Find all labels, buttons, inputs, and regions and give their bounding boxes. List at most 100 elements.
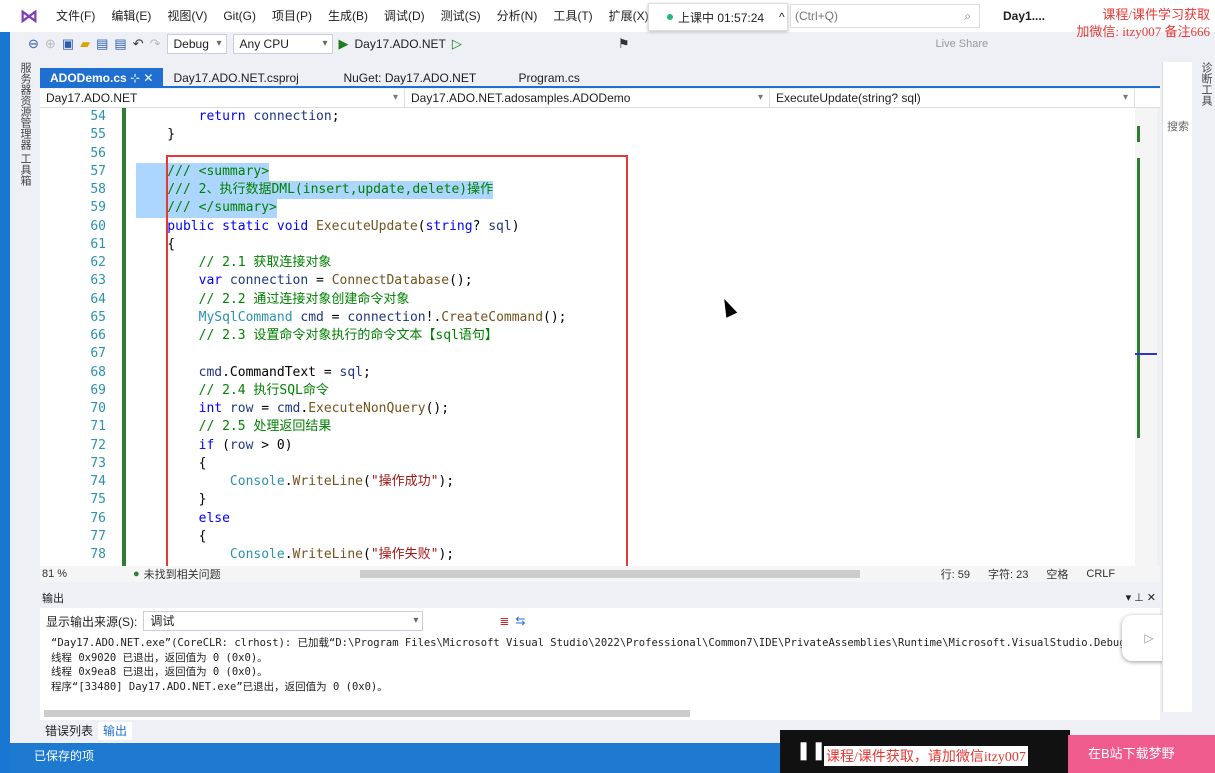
bottom-tabs: 错误列表 输出 [40, 722, 133, 740]
tab-label: Day17.ADO.NET.csproj [173, 71, 299, 85]
line-number: 56 [90, 145, 106, 161]
navigation-bar: Day17.ADO.NET Day17.ADO.NET.adosamples.A… [40, 89, 1160, 108]
member-dropdown[interactable]: ExecuteUpdate(string? sql) [770, 89, 1135, 107]
toolbar: ⊖ ⊕ ▣ ▰ ▤ ▤ ↶ ↷ Debug Any CPU ▶ Day17.ADO.NE… [10, 32, 1170, 56]
output-line: 线程 0x9ea8 已退出，返回值为 0 (0x0)。 [51, 666, 268, 678]
class-timer: 上课中 01:57:24 ^ [648, 3, 788, 31]
line-number: 65 [90, 309, 106, 325]
diagnostic-tools-tab[interactable]: 诊断工具 [1194, 62, 1214, 106]
menu-item[interactable]: 工具(T) [545, 0, 600, 32]
line-number: 64 [90, 291, 106, 307]
zoom-level[interactable]: 81 % [40, 568, 125, 580]
line-number: 74 [90, 474, 106, 489]
line-number: 62 [90, 255, 106, 270]
clear-all-icon[interactable]: ≣ [499, 614, 509, 628]
menu-item[interactable]: Git(G) [215, 0, 264, 32]
platform-dropdown[interactable]: Any CPU [232, 34, 333, 54]
line-number: 68 [90, 364, 106, 380]
output-line: 程序“[33480] Day17.ADO.NET.exe”已退出，返回值为 0 … [51, 680, 388, 693]
forward-icon[interactable]: ⊕ [45, 36, 56, 52]
output-source-dropdown[interactable]: 调试 [143, 611, 424, 631]
tab-document[interactable]: ADODemo.cs ⊹ ✕ [40, 68, 164, 86]
line-number: 67 [90, 346, 106, 362]
menu-item[interactable]: 测试(S) [433, 0, 489, 32]
menu-item[interactable]: 生成(B) [320, 0, 376, 32]
tab-label: NuGet: Day17.ADO.NET [343, 71, 477, 85]
code-line[interactable]: 55 } [40, 126, 1135, 144]
line-number: 75 [90, 492, 106, 508]
line-number: 行: 59 [940, 569, 971, 581]
start-button[interactable]: Day17.ADO.NET [355, 37, 446, 51]
line-ending[interactable]: CRLF [1086, 568, 1115, 580]
menu-item[interactable]: 视图(V) [159, 0, 215, 32]
back-icon[interactable]: ⊖ [28, 36, 39, 52]
open-icon[interactable]: ▰ [80, 36, 90, 52]
live-dot-icon [667, 14, 673, 20]
output-hscrollbar[interactable] [44, 710, 690, 717]
tab-error-list[interactable]: 错误列表 [40, 722, 98, 740]
document-tabs: ADODemo.cs ⊹ ✕ Day17.ADO.NET.csproj NuGet:… [40, 68, 1160, 88]
line-number: 63 [90, 273, 106, 289]
indent-mode[interactable]: 空格 [1046, 566, 1068, 582]
config-dropdown[interactable]: Debug [166, 34, 227, 54]
menu-bar: 文件(F) 编辑(E) 视图(V) Git(G) 项目(P) 生成(B) 调试(D) 测试(S… [48, 0, 657, 32]
bookmark-icon[interactable]: ⚑ [618, 36, 630, 52]
code-token: } [136, 127, 176, 143]
check-icon: ● [133, 568, 140, 580]
undo-icon[interactable]: ↶ [133, 36, 144, 52]
live-share-button[interactable]: Live Share [936, 38, 989, 50]
line-number: 61 [90, 236, 106, 252]
close-tab-icon[interactable]: ⊹ ✕ [127, 71, 153, 85]
menu-item[interactable]: 文件(F) [48, 0, 103, 32]
line-number: 77 [90, 528, 106, 544]
line-number: 58 [90, 182, 106, 197]
menu-item[interactable]: 调试(D) [376, 0, 433, 32]
source-label: 显示输出来源(S): [46, 614, 138, 629]
line-number: 76 [90, 510, 106, 526]
tab-document[interactable]: NuGet: Day17.ADO.NET [333, 68, 508, 86]
panel-search[interactable]: 搜索 [1167, 118, 1189, 134]
new-project-icon[interactable]: ▣ [62, 36, 74, 52]
code-line[interactable]: 54 return connection; [40, 108, 1135, 126]
class-dropdown[interactable]: Day17.ADO.NET.adosamples.ADODemo [405, 89, 770, 107]
close-icon[interactable]: ▾ ⊥ ✕ [1126, 591, 1156, 604]
redo-icon[interactable]: ↷ [150, 36, 161, 52]
tab-document[interactable]: Day17.ADO.NET.csproj [163, 68, 333, 86]
vertical-scrollbar[interactable] [1135, 108, 1157, 566]
line-number: 66 [90, 328, 106, 343]
line-number: 59 [90, 200, 106, 216]
line-number: 78 [90, 547, 106, 562]
code-text: } [136, 126, 175, 144]
horizontal-scrollbar[interactable] [360, 570, 860, 578]
menu-item[interactable]: 项目(P) [264, 0, 320, 32]
right-tool-panel: 搜索 [1162, 62, 1192, 712]
project-dropdown[interactable]: Day17.ADO.NET [40, 89, 405, 107]
save-icon[interactable]: ▤ [96, 36, 108, 52]
start-icon[interactable]: ▶ [339, 36, 349, 52]
timer-label: 上课中 01:57:24 [678, 10, 765, 25]
side-tool-strip[interactable]: 服务器资源管理器 工具箱 [12, 62, 38, 242]
line-number: 55 [90, 127, 106, 143]
search-icon: ⌕ [964, 9, 971, 23]
tab-output[interactable]: 输出 [98, 722, 133, 740]
line-number: 73 [90, 455, 106, 471]
tab-label: ADODemo.cs [50, 71, 127, 85]
menu-item[interactable]: 分析(N) [489, 0, 546, 32]
line-number: 70 [90, 401, 106, 416]
start-without-debug-icon[interactable]: ▷ [452, 36, 462, 52]
output-title: 输出 [40, 590, 1160, 608]
search-placeholder: (Ctrl+Q) [795, 9, 838, 23]
pause-icon[interactable]: ❚❚ [796, 740, 826, 761]
line-number: 57 [90, 163, 106, 179]
menu-item[interactable]: 编辑(E) [103, 0, 159, 32]
left-accent-bar [0, 0, 10, 773]
save-all-icon[interactable]: ▤ [114, 36, 126, 52]
line-number: 60 [90, 218, 106, 234]
word-wrap-icon[interactable]: ⇆ [515, 614, 525, 628]
chevron-up-icon[interactable]: ^ [779, 10, 785, 24]
code-text: return connection; [136, 108, 340, 126]
search-input[interactable]: (Ctrl+Q) ⌕ [790, 4, 980, 28]
issues-status[interactable]: 未找到相关问题 [144, 566, 221, 582]
visual-studio-logo: ⋈ [20, 6, 38, 26]
tab-document[interactable]: Program.cs [508, 68, 628, 86]
